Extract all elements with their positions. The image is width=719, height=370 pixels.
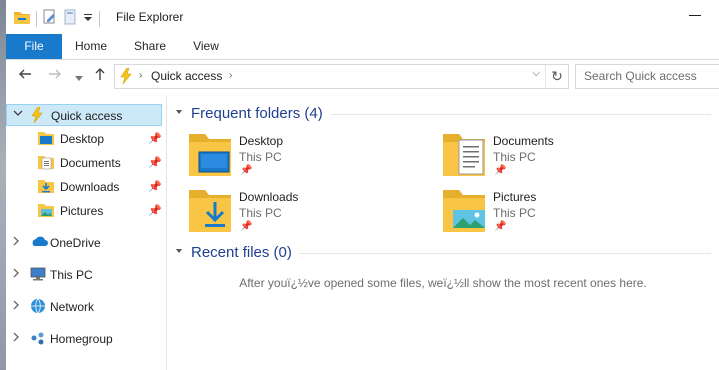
customize-toolbar-icon[interactable] [83,12,93,26]
breadcrumb-separator-icon: › [139,70,143,81]
nav-item-network[interactable]: Network [6,296,162,318]
nav-label: Downloads [60,180,120,194]
frequent-folders-header[interactable]: Frequent folders (4) [171,103,719,125]
tile-name: Desktop [239,134,284,148]
quick-access-star-icon [29,106,45,124]
tab-share[interactable]: Share [122,34,178,59]
quick-access-star-icon [119,67,133,87]
nav-label: Documents [60,156,121,170]
chevron-right-icon[interactable] [12,332,20,345]
content-pane: Frequent folders (4) Desktop This PC 📌 D… [167,96,719,370]
folder-tile-pictures[interactable]: Pictures This PC 📌 [441,188,681,240]
group-title: Recent files (0) [191,244,292,261]
address-dropdown-icon[interactable]: ⌵ [532,68,540,79]
group-divider [299,253,711,254]
breadcrumb-separator-icon[interactable]: › [229,70,232,81]
pin-icon[interactable]: 📌 [240,165,252,176]
desktop-folder-icon [38,130,54,146]
quick-access-toolbar [14,9,100,28]
address-bar[interactable]: › Quick access › ⌵ ↻ [114,64,569,89]
pictures-folder-icon [38,202,54,218]
search-input[interactable]: Search Quick access [575,64,719,89]
documents-folder-icon [38,154,54,170]
tile-location: This PC [493,150,536,164]
nav-item-this-pc[interactable]: This PC [6,264,162,286]
nav-item-desktop[interactable]: Desktop 📌 [6,128,162,150]
navigation-bar: › Quick access › ⌵ ↻ Search Quick access [6,60,719,94]
properties-icon[interactable] [43,9,57,28]
pin-icon[interactable]: 📌 [148,132,162,145]
desktop-folder-icon [187,132,233,180]
recent-locations-icon[interactable] [69,69,89,89]
pin-icon[interactable]: 📌 [148,180,162,193]
nav-label: This PC [50,268,93,282]
chevron-right-icon[interactable] [12,300,20,313]
new-folder-icon[interactable] [63,9,77,28]
toolbar-separator [36,10,37,27]
collapse-caret-icon[interactable] [175,108,183,118]
nav-item-onedrive[interactable]: OneDrive [6,232,162,254]
pin-icon[interactable]: 📌 [148,156,162,169]
documents-folder-icon [441,132,487,180]
minimize-button[interactable] [689,15,701,16]
group-divider [331,114,711,115]
nav-label: Quick access [51,109,123,123]
folder-tile-desktop[interactable]: Desktop This PC 📌 [187,132,427,184]
group-title: Frequent folders (4) [191,105,323,122]
pin-icon[interactable]: 📌 [240,221,252,232]
back-arrow-icon[interactable] [15,67,35,87]
chevron-right-icon[interactable] [12,236,20,249]
folder-tile-downloads[interactable]: Downloads This PC 📌 [187,188,427,240]
title-bar: File Explorer [6,0,719,35]
chevron-right-icon[interactable] [12,268,20,281]
tile-name: Pictures [493,190,537,204]
folder-icon[interactable] [14,10,30,27]
tile-name: Downloads [239,190,299,204]
file-explorer-window: File Explorer File Home Share View › Qui… [6,0,719,370]
nav-label: OneDrive [50,236,101,250]
tile-location: This PC [493,206,536,220]
pin-icon[interactable]: 📌 [148,204,162,217]
pin-icon[interactable]: 📌 [494,221,506,232]
pictures-folder-icon [441,188,487,236]
empty-recent-message: After youï¿½ve opened some files, weï¿½l… [239,276,647,290]
nav-label: Desktop [60,132,105,146]
nav-label: Homegroup [50,332,113,346]
nav-item-pictures[interactable]: Pictures 📌 [6,200,162,222]
breadcrumb-quick-access[interactable]: Quick access [151,69,222,83]
up-arrow-icon[interactable] [90,67,110,87]
search-placeholder: Search Quick access [584,69,697,83]
tab-view[interactable]: View [180,34,232,59]
chevron-down-icon[interactable] [13,109,23,120]
refresh-icon[interactable]: ↻ [545,65,568,88]
nav-item-quick-access[interactable]: Quick access [6,104,162,126]
onedrive-icon [30,234,48,250]
navigation-pane: Quick access Desktop 📌 Documents 📌 Downl… [6,96,167,370]
forward-arrow-icon[interactable] [45,67,65,87]
nav-label: Pictures [60,204,104,218]
pin-icon[interactable]: 📌 [494,165,506,176]
nav-item-downloads[interactable]: Downloads 📌 [6,176,162,198]
network-icon [30,298,46,314]
recent-files-header[interactable]: Recent files (0) [171,242,719,264]
downloads-folder-icon [187,188,233,236]
folder-tile-documents[interactable]: Documents This PC 📌 [441,132,681,184]
tab-home[interactable]: Home [62,34,120,59]
ribbon-tabs: File Home Share View [6,34,719,60]
collapse-caret-icon[interactable] [175,247,183,257]
toolbar-separator [99,10,100,27]
tile-location: This PC [239,150,282,164]
tile-name: Documents [493,134,554,148]
downloads-folder-icon [38,178,54,194]
nav-item-homegroup[interactable]: Homegroup [6,328,162,350]
nav-item-documents[interactable]: Documents 📌 [6,152,162,174]
homegroup-icon [30,330,46,346]
tile-location: This PC [239,206,282,220]
nav-label: Network [50,300,95,314]
tab-file[interactable]: File [6,34,62,59]
window-title: File Explorer [116,10,184,24]
this-pc-icon [30,266,46,282]
